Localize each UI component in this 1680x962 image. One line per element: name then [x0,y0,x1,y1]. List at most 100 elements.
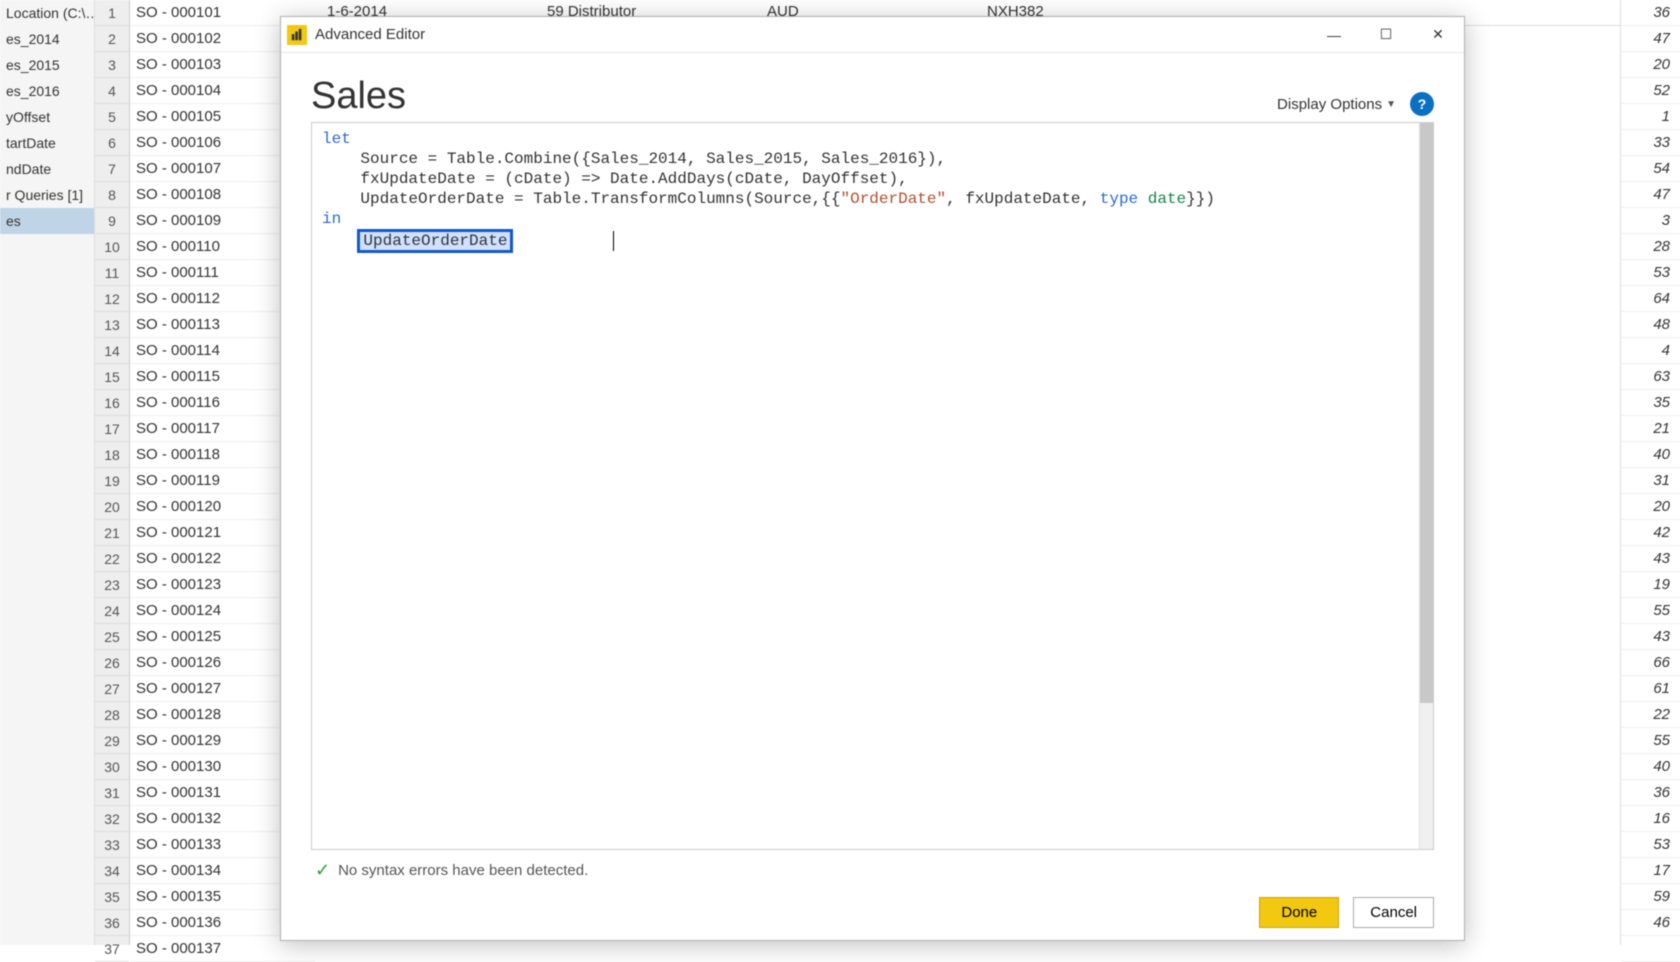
query-nav-item[interactable]: ndDate [0,156,94,182]
row-number: 13 [95,312,129,338]
right-cell: 43 [1621,546,1680,572]
done-button[interactable]: Done [1259,897,1339,928]
query-nav-item[interactable]: es [0,208,94,234]
check-icon: ✓ [315,860,330,881]
text-caret [613,231,614,251]
right-cell: 28 [1621,234,1680,260]
right-cell: 53 [1621,832,1680,858]
row-number: 27 [95,676,129,702]
code-typename-date: date [1138,190,1186,208]
right-cell: 48 [1621,312,1680,338]
right-cell: 17 [1621,858,1680,884]
right-cell: 46 [1621,910,1680,936]
row-number: 32 [95,806,129,832]
row-number: 5 [95,104,129,130]
help-button[interactable]: ? [1410,92,1434,116]
scrollbar-thumb[interactable] [1420,123,1434,703]
row-number: 33 [95,832,129,858]
right-cell: 47 [1621,26,1680,52]
row-number: 17 [95,416,129,442]
row-number: 25 [95,624,129,650]
right-cell: 64 [1621,286,1680,312]
right-cell: 19 [1621,572,1680,598]
row-number: 29 [95,728,129,754]
right-cell: 20 [1621,494,1680,520]
query-nav-item[interactable]: r Queries [1] [0,182,94,208]
row-number: 16 [95,390,129,416]
minimize-button[interactable]: — [1308,17,1360,53]
right-cell: 40 [1621,442,1680,468]
right-cell: 47 [1621,182,1680,208]
row-number: 22 [95,546,129,572]
right-cell: 52 [1621,78,1680,104]
right-cell: 55 [1621,598,1680,624]
row-number: 23 [95,572,129,598]
row-number: 26 [95,650,129,676]
right-cell: 42 [1621,520,1680,546]
query-nav-item[interactable]: tartDate [0,130,94,156]
row-number: 30 [95,754,129,780]
query-nav-item[interactable]: es_2014 [0,26,94,52]
right-cell: 54 [1621,156,1680,182]
window-titlebar[interactable]: Advanced Editor — ☐ ✕ [281,17,1464,53]
display-options-dropdown[interactable]: Display Options ▼ [1277,96,1396,113]
code-line-update-c: }}) [1186,190,1215,208]
query-nav-item[interactable]: Location (C:\… [0,0,94,26]
right-cell: 35 [1621,390,1680,416]
right-cell: 33 [1621,130,1680,156]
right-cell: 36 [1621,0,1680,26]
code-editor[interactable]: let Source = Table.Combine({Sales_2014, … [311,122,1434,850]
window-title: Advanced Editor [315,26,425,43]
row-number: 18 [95,442,129,468]
right-cell: 1 [1621,104,1680,130]
chevron-down-icon: ▼ [1386,99,1396,110]
right-cell: 21 [1621,416,1680,442]
cancel-button[interactable]: Cancel [1353,897,1434,928]
vertical-scrollbar[interactable] [1419,123,1433,849]
powerbi-icon [287,25,307,45]
code-string-orderdate: "OrderDate" [840,190,946,208]
row-number: 36 [95,910,129,936]
code-kw-type: type [1100,190,1138,208]
kw-in: in [322,210,341,228]
row-number: 20 [95,494,129,520]
close-button[interactable]: ✕ [1412,17,1464,53]
code-result-highlighted: UpdateOrderDate [357,229,513,253]
right-cell: 63 [1621,364,1680,390]
row-number: 15 [95,364,129,390]
queries-nav-panel: Location (C:\…es_2014es_2015es_2016yOffs… [0,0,95,945]
code-line-update-a: UpdateOrderDate = Table.TransformColumns… [322,190,840,208]
row-number: 11 [95,260,129,286]
row-number: 7 [95,156,129,182]
right-cell: 20 [1621,52,1680,78]
right-cell: 40 [1621,754,1680,780]
right-cell: 53 [1621,260,1680,286]
right-cell: 43 [1621,624,1680,650]
right-cell: 36 [1621,780,1680,806]
row-number: 6 [95,130,129,156]
row-number: 1 [95,0,129,26]
display-options-label: Display Options [1277,96,1382,113]
row-number: 37 [95,936,129,962]
syntax-status-text: No syntax errors have been detected. [338,862,588,879]
code-text[interactable]: let Source = Table.Combine({Sales_2014, … [312,123,1433,849]
right-cell: 3 [1621,208,1680,234]
right-cell: 61 [1621,676,1680,702]
query-nav-item[interactable]: es_2015 [0,52,94,78]
advanced-editor-window: Advanced Editor — ☐ ✕ Sales Display Opti… [280,16,1465,941]
kw-let: let [322,130,351,148]
row-number: 21 [95,520,129,546]
right-cell: 16 [1621,806,1680,832]
row-number: 35 [95,884,129,910]
code-line-source: Source = Table.Combine({Sales_2014, Sale… [322,150,946,168]
query-nav-item[interactable]: es_2016 [0,78,94,104]
query-name-heading: Sales [311,75,406,118]
row-number-gutter: 1234567891011121314151617181920212223242… [95,0,130,945]
row-number: 14 [95,338,129,364]
row-number: 10 [95,234,129,260]
query-nav-item[interactable]: yOffset [0,104,94,130]
maximize-button[interactable]: ☐ [1360,17,1412,53]
row-number: 9 [95,208,129,234]
right-cell: 4 [1621,338,1680,364]
row-number: 12 [95,286,129,312]
